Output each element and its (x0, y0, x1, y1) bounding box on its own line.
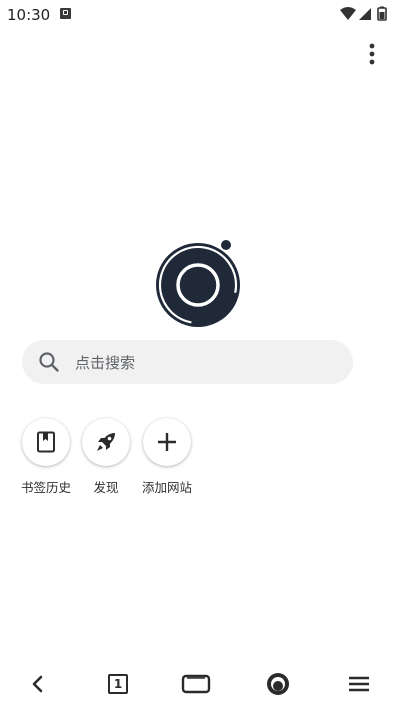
search-icon (39, 352, 59, 372)
status-icons (340, 6, 392, 22)
status-time: 10:30 (7, 6, 51, 24)
bookmark-icon (37, 431, 55, 453)
rocket-icon (97, 433, 115, 451)
shortcut-label: 添加网站 (141, 480, 192, 495)
signal-icon (359, 8, 371, 20)
tabs-button[interactable]: 1 (98, 668, 138, 700)
shortcut-circle (22, 418, 70, 466)
more-vert-icon (369, 43, 375, 65)
shortcut-discover[interactable]: 发现 (71, 418, 141, 496)
shortcut-circle (82, 418, 130, 466)
plus-icon (158, 433, 176, 451)
shortcut-add-site[interactable]: 添加网站 (132, 418, 202, 496)
notification-icon (60, 8, 71, 19)
shortcut-circle (143, 418, 191, 466)
home-logo-icon (267, 673, 289, 695)
status-bar: 10:30 (0, 0, 400, 30)
home-button[interactable] (258, 668, 298, 700)
battery-icon (377, 6, 387, 21)
bottom-nav: 1 (0, 660, 400, 711)
tab-count-icon: 1 (108, 674, 128, 694)
search-bar[interactable]: 点击搜索 (22, 340, 353, 384)
shortcut-label: 发现 (93, 480, 119, 495)
menu-button[interactable] (339, 668, 379, 700)
window-button[interactable] (176, 668, 216, 700)
back-icon (32, 675, 43, 693)
browser-logo (154, 238, 244, 328)
more-options-button[interactable] (362, 40, 382, 68)
back-button[interactable] (18, 668, 58, 700)
wifi-icon (340, 7, 356, 20)
menu-icon (349, 676, 369, 692)
window-icon (181, 674, 211, 694)
search-placeholder: 点击搜索 (75, 354, 136, 372)
